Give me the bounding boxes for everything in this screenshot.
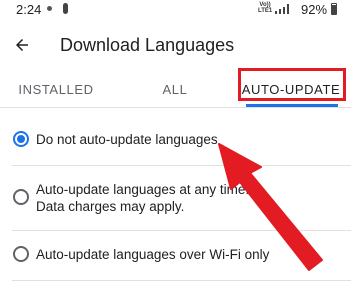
status-time: 2:24 <box>16 2 42 17</box>
page-title: Download Languages <box>60 35 235 55</box>
divider <box>12 230 351 231</box>
notification-dot-icon <box>47 6 52 11</box>
option-label: Auto-update languages over Wi-Fi only <box>36 247 270 262</box>
tab-auto-update[interactable]: AUTO-UPDATE <box>238 70 344 108</box>
option-do-not-auto-update[interactable]: Do not auto-update languages <box>0 118 351 160</box>
volte-indicator: Vo)) LTE1 <box>258 2 273 14</box>
radio-button-selected[interactable] <box>13 131 29 147</box>
tab-bar: INSTALLED ALL AUTO-UPDATE <box>0 70 351 108</box>
battery-icon <box>331 3 337 15</box>
radio-button[interactable] <box>13 189 29 205</box>
option-label: Do not auto-update languages <box>36 132 218 147</box>
option-auto-update-wifi-only[interactable]: Auto-update languages over Wi-Fi only <box>0 236 351 276</box>
microphone-icon <box>63 3 68 14</box>
option-label: Auto-update languages at any time. <box>36 182 250 197</box>
battery-percent: 92% <box>301 2 328 17</box>
divider <box>12 165 351 166</box>
status-bar: 2:24 Vo)) LTE1 92% <box>0 0 351 22</box>
tab-all[interactable]: ALL <box>125 70 225 108</box>
radio-button[interactable] <box>13 246 29 262</box>
app-bar: Download Languages <box>0 24 351 68</box>
arrow-back-icon <box>16 39 28 51</box>
tab-installed[interactable]: INSTALLED <box>6 70 106 108</box>
option-note: Data charges may apply. <box>36 199 185 214</box>
selected-tab-indicator <box>246 104 338 107</box>
option-auto-update-any-time[interactable]: Auto-update languages at any time. Data … <box>0 172 351 226</box>
signal-icon <box>275 4 289 14</box>
divider <box>12 280 351 281</box>
back-button[interactable] <box>4 27 40 63</box>
